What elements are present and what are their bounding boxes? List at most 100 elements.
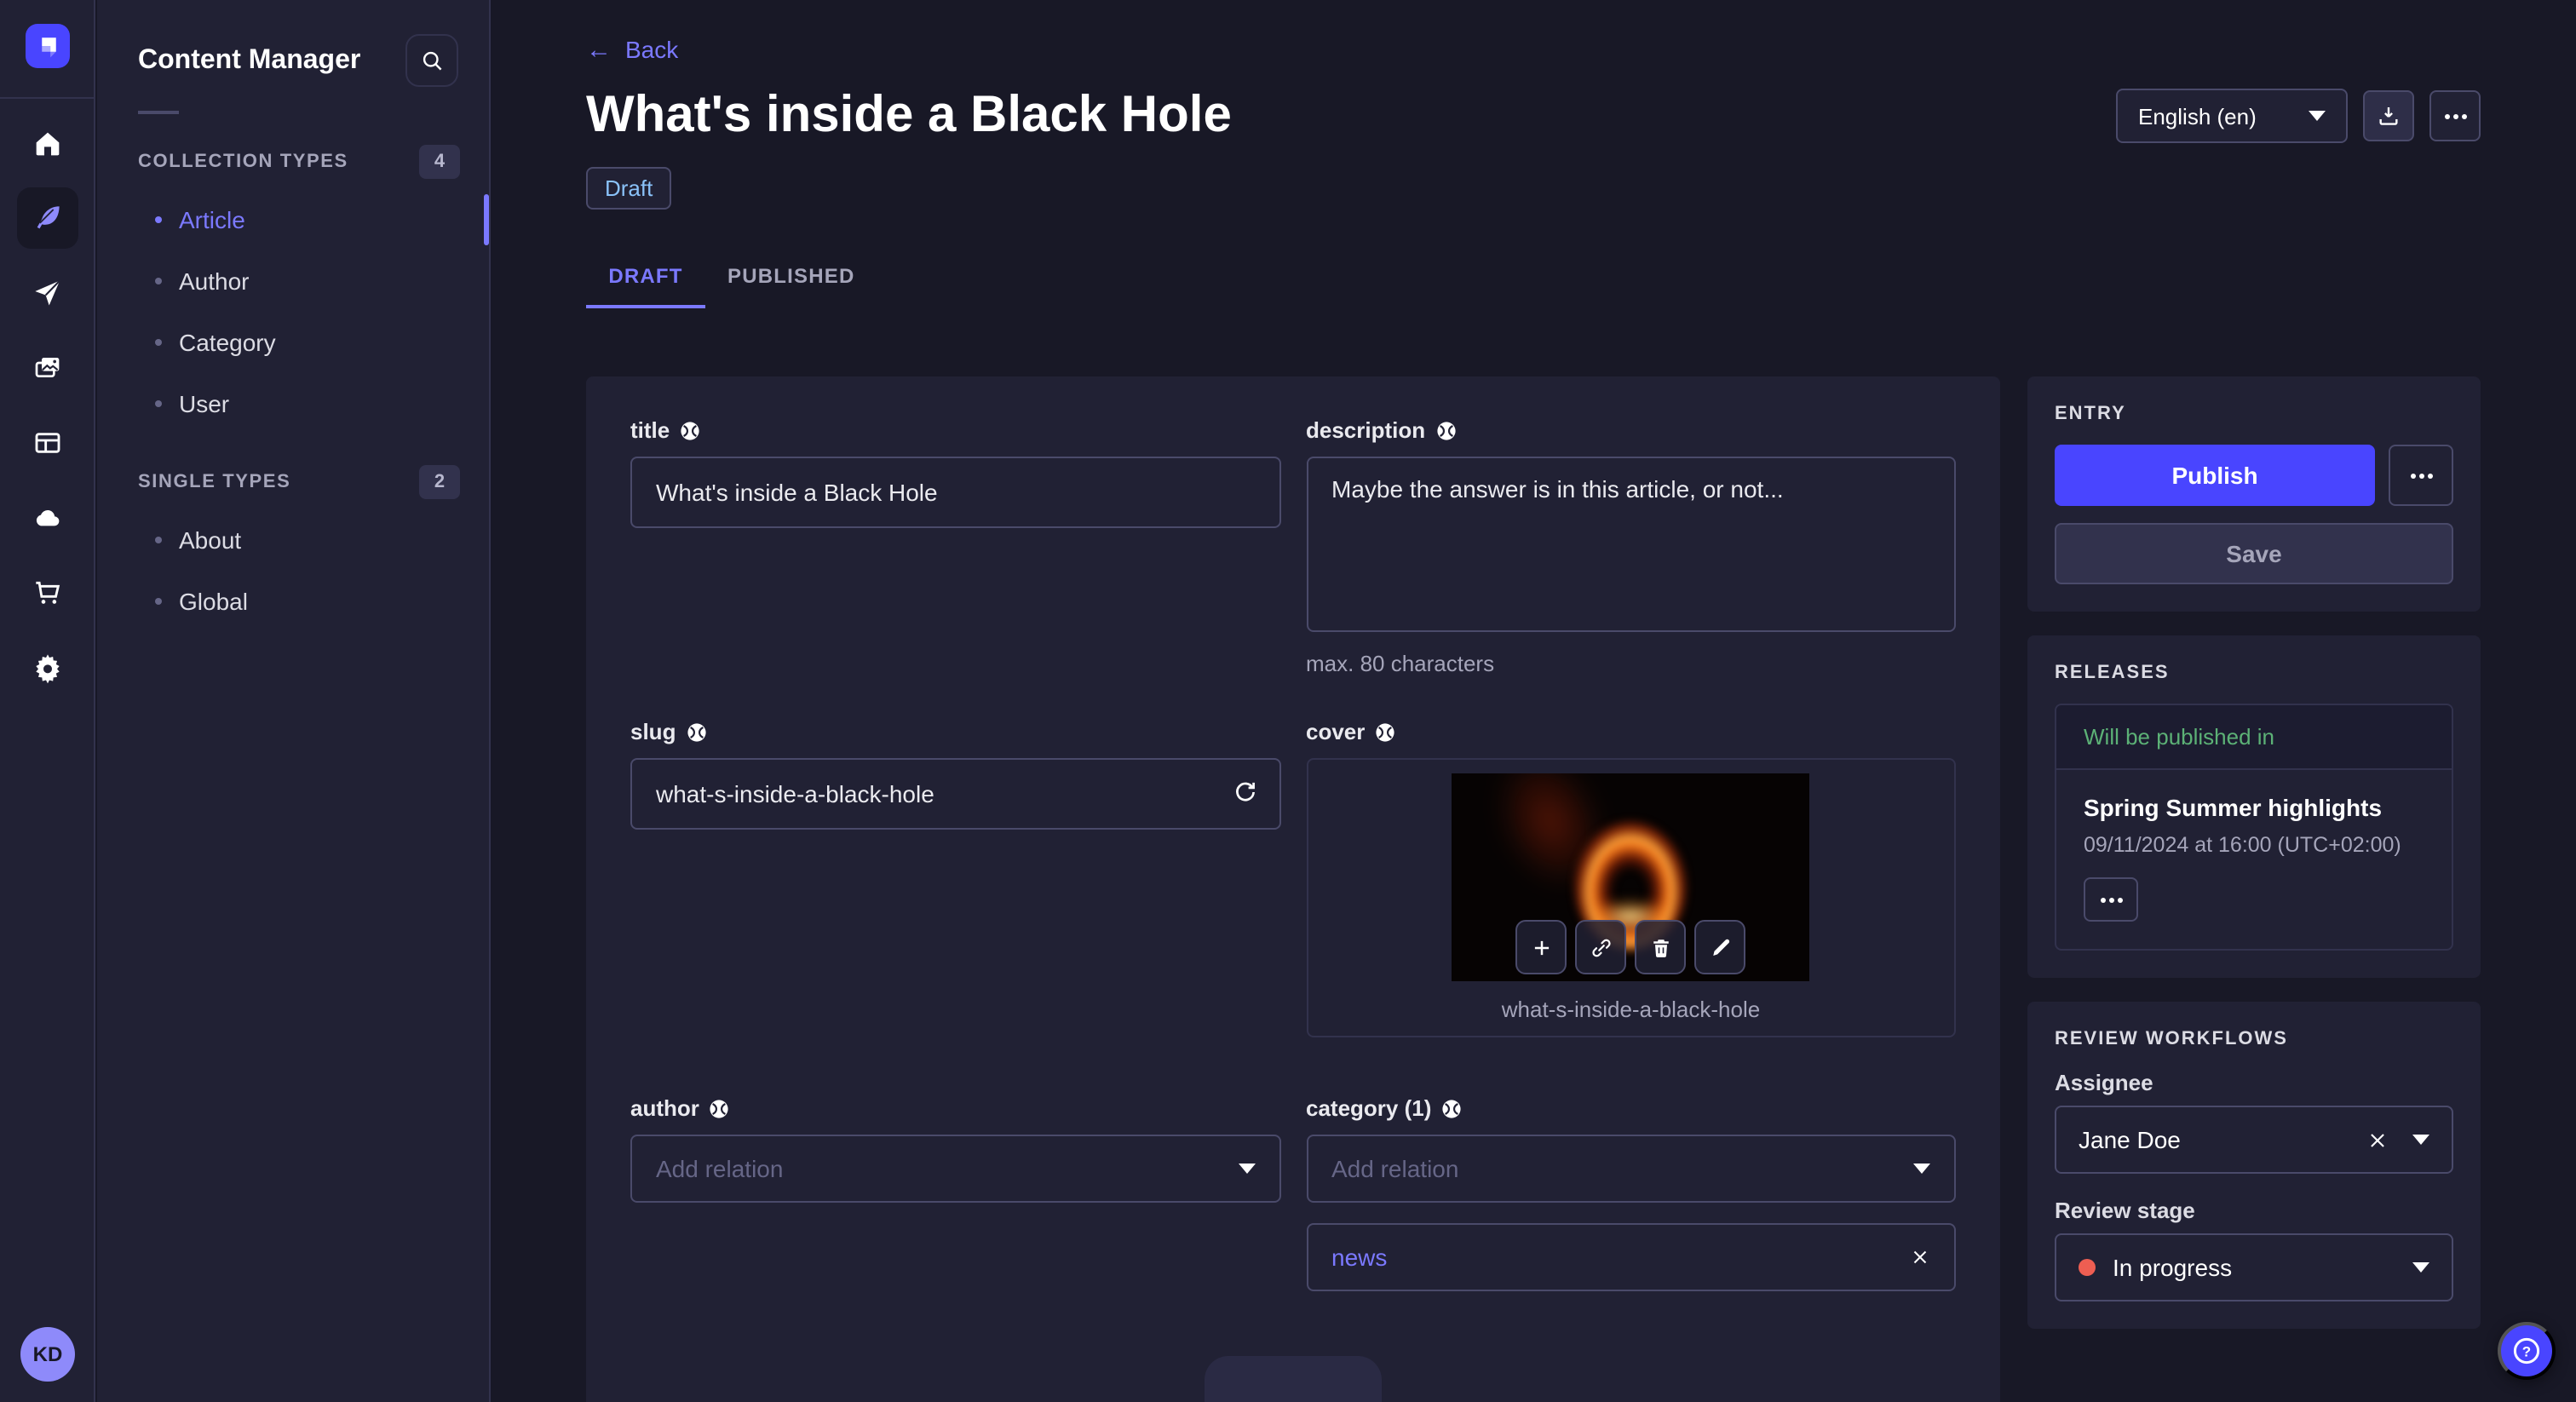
- cover-field-label: cover: [1306, 719, 1366, 744]
- sidebar-item-label: Global: [179, 588, 248, 615]
- chevron-down-icon: [1913, 1164, 1930, 1174]
- slug-input[interactable]: [630, 758, 1280, 830]
- plus-icon: [1529, 934, 1555, 960]
- localization-globe-icon: [686, 721, 706, 742]
- partial-button-below-fold[interactable]: [1205, 1356, 1382, 1402]
- add-media-button[interactable]: [1515, 920, 1567, 974]
- marketplace-cart-icon: [31, 576, 65, 610]
- sidebar-item-global[interactable]: Global: [97, 571, 489, 632]
- cover-filename: what-s-inside-a-black-hole: [1501, 997, 1761, 1022]
- search-icon: [418, 47, 446, 74]
- collection-types-count-badge: 4: [419, 145, 460, 179]
- version-tabs: DRAFT PUBLISHED: [586, 254, 2481, 308]
- assignee-label: Assignee: [2055, 1070, 2153, 1095]
- localization-globe-icon: [1441, 1098, 1462, 1118]
- strapi-logo[interactable]: [26, 24, 70, 68]
- chevron-down-icon: [1238, 1164, 1255, 1174]
- copy-link-button[interactable]: [1575, 920, 1627, 974]
- author-relation-select[interactable]: Add relation: [630, 1135, 1280, 1203]
- chevron-down-icon: [2412, 1262, 2429, 1273]
- field-description: description Maybe the answer is in this …: [1306, 417, 1956, 676]
- localization-globe-icon: [680, 420, 700, 440]
- relation-link[interactable]: news: [1331, 1244, 1387, 1271]
- localization-globe-icon: [710, 1098, 730, 1118]
- back-arrow-icon: ←: [586, 35, 612, 64]
- section-label: COLLECTION TYPES: [138, 152, 348, 172]
- chevron-down-icon: [2309, 111, 2326, 121]
- bullet-icon: [155, 537, 162, 543]
- sidebar-item-author[interactable]: Author: [97, 250, 489, 312]
- export-button[interactable]: [2363, 90, 2414, 141]
- description-textarea[interactable]: Maybe the answer is in this article, or …: [1306, 457, 1956, 632]
- release-name[interactable]: Spring Summer highlights: [2084, 794, 2424, 821]
- collection-types-section: COLLECTION TYPES 4 Article Author Catego…: [97, 145, 489, 434]
- bullet-icon: [155, 598, 162, 605]
- back-label: Back: [625, 36, 679, 63]
- delete-media-button[interactable]: [1635, 920, 1687, 974]
- nav-settings[interactable]: [17, 637, 78, 698]
- author-placeholder: Add relation: [656, 1155, 784, 1182]
- release-more-options-button[interactable]: [2084, 877, 2138, 922]
- sidebar-item-user[interactable]: User: [97, 373, 489, 434]
- releases-panel-title: RELEASES: [2055, 663, 2170, 683]
- field-slug: slug: [630, 719, 1280, 1037]
- sidebar-item-label: Author: [179, 267, 250, 295]
- sidebar-item-label: Article: [179, 206, 245, 233]
- help-button[interactable]: ?: [2498, 1322, 2556, 1380]
- remove-relation-button[interactable]: [1910, 1247, 1930, 1267]
- title-input[interactable]: [630, 457, 1280, 528]
- clear-assignee-button[interactable]: [2366, 1129, 2389, 1151]
- nav-cloud[interactable]: [17, 487, 78, 549]
- nav-marketplace[interactable]: [17, 562, 78, 623]
- category-relation-item-news: news: [1306, 1223, 1956, 1291]
- entry-panel: ENTRY Publish Save: [2027, 376, 2481, 612]
- nav-media-library[interactable]: [17, 337, 78, 399]
- nav-pages[interactable]: [17, 412, 78, 474]
- nav-releases[interactable]: [17, 262, 78, 324]
- content-manager-subnav: Content Manager COLLECTION TYPES 4 Artic…: [97, 0, 491, 1402]
- download-icon: [2375, 102, 2402, 129]
- subnav-title: Content Manager: [138, 45, 361, 74]
- entry-sidebar: ENTRY Publish Save RELEASES Will be publ…: [2027, 376, 2481, 1353]
- title-field-label: title: [630, 417, 670, 443]
- tab-draft[interactable]: DRAFT: [586, 254, 705, 308]
- sidebar-item-category[interactable]: Category: [97, 312, 489, 373]
- publish-button[interactable]: Publish: [2055, 445, 2375, 506]
- back-link[interactable]: ← Back: [586, 34, 2481, 65]
- sidebar-item-about[interactable]: About: [97, 509, 489, 571]
- section-label: SINGLE TYPES: [138, 472, 291, 492]
- ellipsis-icon: [2452, 113, 2458, 118]
- content-feather-icon: [31, 201, 65, 235]
- category-relation-select[interactable]: Add relation: [1306, 1135, 1956, 1203]
- review-panel-title: REVIEW WORKFLOWS: [2055, 1029, 2288, 1049]
- locale-value: English (en): [2138, 103, 2257, 129]
- user-avatar[interactable]: KD: [20, 1327, 75, 1382]
- tab-published[interactable]: PUBLISHED: [705, 254, 877, 308]
- ellipsis-icon: [2108, 897, 2113, 902]
- assignee-value: Jane Doe: [2079, 1126, 2181, 1153]
- field-cover: cover what-s-inside-a-black-hole: [1306, 719, 1956, 1037]
- bullet-icon: [155, 400, 162, 407]
- rail-divider: [0, 97, 95, 99]
- nav-content-manager[interactable]: [17, 187, 78, 249]
- description-hint: max. 80 characters: [1306, 651, 1495, 676]
- description-field-label: description: [1306, 417, 1426, 443]
- edit-form-card: title description Maybe the answer is in…: [586, 376, 2000, 1402]
- assignee-select[interactable]: Jane Doe: [2055, 1106, 2453, 1174]
- nav-home[interactable]: [17, 112, 78, 174]
- search-button[interactable]: [405, 34, 458, 87]
- chevron-down-icon: [2412, 1135, 2429, 1145]
- entry-more-options-button[interactable]: [2389, 445, 2453, 506]
- cover-media-card: what-s-inside-a-black-hole: [1306, 758, 1956, 1037]
- regenerate-slug-button[interactable]: [1229, 777, 1260, 807]
- bullet-icon: [155, 216, 162, 223]
- edit-media-button[interactable]: [1694, 920, 1746, 974]
- stage-color-dot: [2079, 1259, 2096, 1276]
- review-stage-select[interactable]: In progress: [2055, 1233, 2453, 1301]
- category-placeholder: Add relation: [1331, 1155, 1459, 1182]
- locale-select[interactable]: English (en): [2116, 89, 2348, 143]
- sidebar-item-article[interactable]: Article: [97, 189, 489, 250]
- field-title: title: [630, 417, 1280, 676]
- header-more-options-button[interactable]: [2429, 90, 2481, 141]
- save-button[interactable]: Save: [2055, 523, 2453, 584]
